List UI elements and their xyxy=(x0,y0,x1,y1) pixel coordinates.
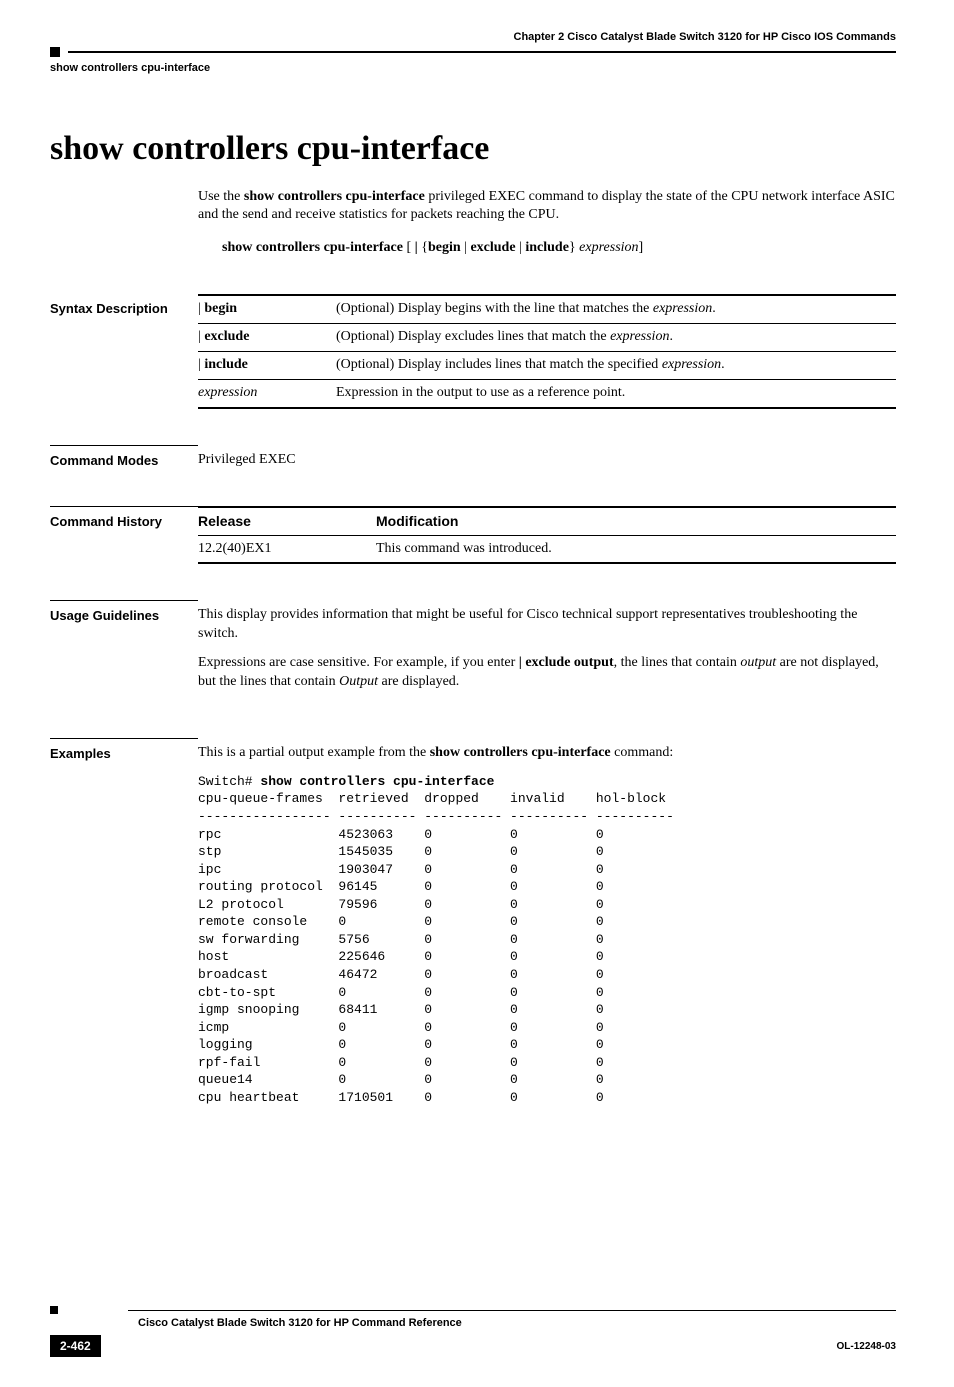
rule-line xyxy=(128,1310,896,1312)
header-chapter: Chapter 2 Cisco Catalyst Blade Switch 31… xyxy=(50,30,896,45)
examples-intro: This is a partial output example from th… xyxy=(198,744,896,763)
examples-output: Switch# show controllers cpu-interface c… xyxy=(198,773,896,1106)
intro-paragraph: Use the show controllers cpu-interface p… xyxy=(198,188,896,226)
section-syntax-label: Syntax Description xyxy=(50,294,198,409)
page-number-badge: 2-462 xyxy=(50,1335,101,1357)
square-icon xyxy=(50,47,60,57)
header-rule xyxy=(50,47,896,57)
page-footer: Cisco Catalyst Blade Switch 3120 for HP … xyxy=(50,1306,896,1357)
square-icon xyxy=(50,1306,58,1314)
syntax-line: show controllers cpu-interface [ | {begi… xyxy=(222,239,896,258)
section-history-label: Command History xyxy=(50,506,198,565)
page-title: show controllers cpu-interface xyxy=(50,126,896,172)
usage-p2: Expressions are case sensitive. For exam… xyxy=(198,654,896,692)
section-usage-label: Usage Guidelines xyxy=(50,600,198,702)
section-examples-label: Examples xyxy=(50,738,198,1106)
footer-title: Cisco Catalyst Blade Switch 3120 for HP … xyxy=(138,1316,896,1331)
header-sub: show controllers cpu-interface xyxy=(50,61,896,76)
command-modes-value: Privileged EXEC xyxy=(198,452,296,467)
section-modes-label: Command Modes xyxy=(50,445,198,470)
syntax-table: | begin (Optional) Display begins with t… xyxy=(198,294,896,409)
usage-p1: This display provides information that m… xyxy=(198,606,896,644)
doc-id: OL-12248-03 xyxy=(837,1340,896,1354)
history-table: Release Modification 12.2(40)EX1 This co… xyxy=(198,506,896,565)
rule-line xyxy=(68,51,896,53)
